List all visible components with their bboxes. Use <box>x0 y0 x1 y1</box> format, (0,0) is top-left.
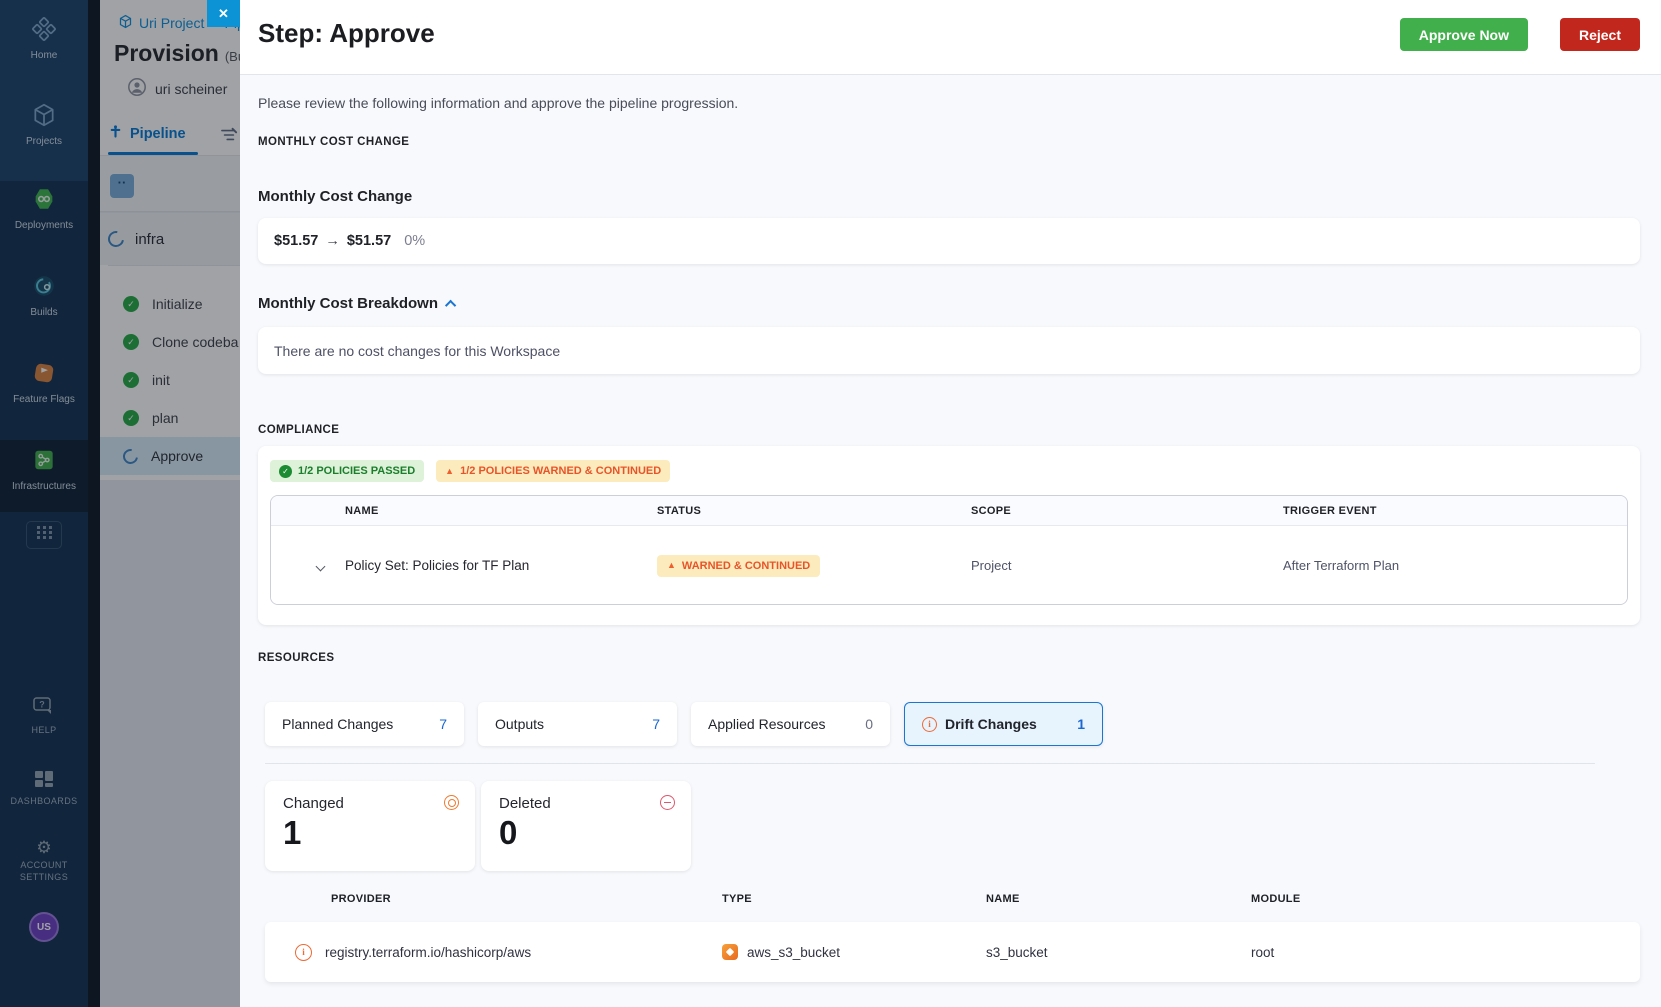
policy-table: NAME STATUS SCOPE TRIGGER EVENT Policy S… <box>270 495 1628 605</box>
cost-from: $51.57 <box>274 233 319 249</box>
col-type: TYPE <box>722 893 752 905</box>
col-provider: PROVIDER <box>331 893 391 905</box>
policies-passed-badge: ✓ 1/2 POLICIES PASSED <box>270 460 425 482</box>
deleted-stat-card: Deleted 0 <box>481 781 691 871</box>
section-heading-resources: RESOURCES <box>258 652 335 664</box>
stat-value: 0 <box>499 814 518 851</box>
tab-applied-resources[interactable]: Applied Resources 0 <box>691 702 890 746</box>
tab-outputs[interactable]: Outputs 7 <box>478 702 677 746</box>
policy-badges: ✓ 1/2 POLICIES PASSED ▲ 1/2 POLICIES WAR… <box>270 460 671 482</box>
col-scope: SCOPE <box>971 504 1012 517</box>
policy-status-badge: ▲ WARNED & CONTINUED <box>657 554 821 577</box>
resource-name: s3_bucket <box>986 944 1048 960</box>
tab-drift-changes[interactable]: i Drift Changes 1 <box>904 702 1103 746</box>
col-trigger: TRIGGER EVENT <box>1283 504 1377 517</box>
policy-table-row[interactable]: Policy Set: Policies for TF Plan ▲ WARNED… <box>271 526 1627 604</box>
stat-value: 1 <box>283 814 302 851</box>
cost-to: $51.57 <box>346 233 392 249</box>
approve-step-drawer: ✕ Step: Approve Approve Now Reject Pleas… <box>207 0 1661 1007</box>
tab-count: 7 <box>652 716 660 732</box>
section-heading-cost: MONTHLY COST CHANGE <box>258 136 410 148</box>
approve-now-button[interactable]: Approve Now <box>1399 18 1528 51</box>
review-instructions: Please review the following information … <box>258 95 739 111</box>
stat-label: Deleted <box>499 795 551 812</box>
chevron-up-icon <box>444 299 457 312</box>
warning-triangle-icon: ▲ <box>445 465 455 476</box>
col-status: STATUS <box>657 504 702 517</box>
check-circle-icon: ✓ <box>279 464 292 478</box>
tab-label: Planned Changes <box>282 716 394 732</box>
drawer-header: Step: Approve Approve Now Reject <box>240 0 1661 75</box>
tab-label: Applied Resources <box>708 716 826 732</box>
cost-percent: 0% <box>404 233 426 249</box>
tab-label: Drift Changes <box>945 716 1037 732</box>
cost-breakdown-toggle[interactable]: Monthly Cost Breakdown <box>258 295 457 312</box>
cost-change-line: $51.57 → $51.57 0% <box>258 218 1640 264</box>
policies-warned-badge: ▲ 1/2 POLICIES WARNED & CONTINUED <box>436 460 671 482</box>
divider <box>265 763 1595 764</box>
arrow-right-icon: → <box>325 233 340 249</box>
resource-table-row[interactable]: i registry.terraform.io/hashicorp/aws aw… <box>265 922 1640 982</box>
col-module: MODULE <box>1251 893 1301 905</box>
changed-icon <box>444 795 459 810</box>
col-name: NAME <box>986 893 1020 905</box>
deleted-icon <box>660 795 675 810</box>
policy-scope: Project <box>971 558 1012 573</box>
resource-tabs: Planned Changes 7 Outputs 7 Applied Reso… <box>265 702 1103 746</box>
stat-label: Changed <box>283 795 344 812</box>
policy-name: Policy Set: Policies for TF Plan <box>345 558 530 573</box>
drawer-title: Step: Approve <box>258 18 435 48</box>
app-screen: Home Projects Deployments Builds Feature <box>0 0 1661 1007</box>
tab-planned-changes[interactable]: Planned Changes 7 <box>265 702 464 746</box>
no-cost-changes-message: There are no cost changes for this Works… <box>274 342 561 359</box>
warning-triangle-icon: ▲ <box>667 560 676 570</box>
aws-icon <box>722 944 738 960</box>
changed-stat-card: Changed 1 <box>265 781 475 871</box>
close-icon[interactable]: ✕ <box>207 0 240 27</box>
chevron-down-icon[interactable] <box>315 561 326 572</box>
section-heading-compliance: COMPLIANCE <box>258 424 340 436</box>
policy-trigger: After Terraform Plan <box>1283 558 1400 573</box>
resource-type: aws_s3_bucket <box>747 944 841 960</box>
resource-provider: registry.terraform.io/hashicorp/aws <box>325 944 532 960</box>
tab-label: Outputs <box>495 716 545 732</box>
compliance-card: ✓ 1/2 POLICIES PASSED ▲ 1/2 POLICIES WAR… <box>258 446 1640 625</box>
resource-table-header: PROVIDER TYPE NAME MODULE <box>265 893 1640 905</box>
reject-button[interactable]: Reject <box>1559 18 1640 51</box>
info-circle-icon: i <box>922 716 937 732</box>
tab-count: 7 <box>439 716 447 732</box>
col-name: NAME <box>345 504 379 517</box>
cost-breakdown-card: There are no cost changes for this Works… <box>258 327 1640 374</box>
resource-module: root <box>1251 944 1275 960</box>
cost-change-card: $51.57 → $51.57 0% <box>258 218 1640 264</box>
cost-change-title: Monthly Cost Change <box>258 188 413 205</box>
info-circle-icon: i <box>295 943 312 961</box>
policy-table-header: NAME STATUS SCOPE TRIGGER EVENT <box>271 496 1627 526</box>
tab-count: 1 <box>1077 716 1085 732</box>
tab-count: 0 <box>865 716 873 732</box>
